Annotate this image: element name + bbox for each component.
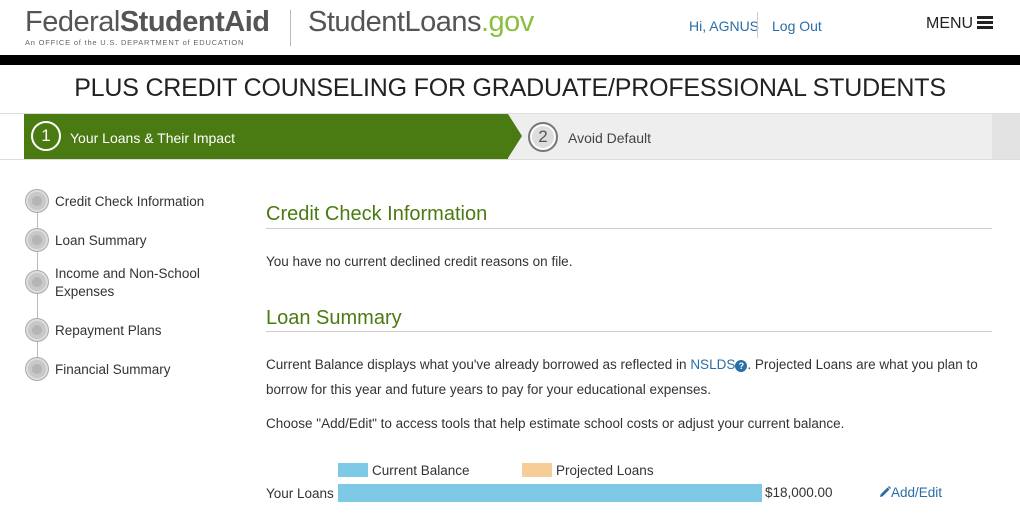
hamburger-icon: [977, 15, 994, 29]
pencil-icon: [880, 486, 891, 497]
header-divider: [757, 12, 758, 38]
logo-text-student: Student: [119, 6, 225, 38]
credit-check-rule: [266, 228, 992, 229]
step-2-number: 2: [528, 122, 558, 152]
add-edit-label: Add/Edit: [891, 485, 943, 500]
menu-label: MENU: [926, 15, 974, 32]
help-icon[interactable]: ?: [735, 360, 748, 372]
user-greeting-link[interactable]: Hi, AGNUS: [689, 18, 759, 34]
add-edit-instructions: Choose "Add/Edit" to access tools that h…: [266, 416, 845, 431]
loan-summary-description: Current Balance displays what you've alr…: [266, 352, 992, 402]
credit-check-heading: Credit Check Information: [266, 203, 488, 225]
step-1-number: 1: [31, 121, 61, 151]
nav-item-repayment-plans[interactable]: Repayment Plans: [55, 322, 215, 340]
nav-dot-loan-summary: [26, 229, 48, 251]
legend-label-projected-loans: Projected Loans: [556, 463, 654, 478]
logout-link[interactable]: Log Out: [772, 18, 822, 34]
logo-text-gov: .gov: [480, 6, 534, 38]
step-bar-divider: [0, 159, 1020, 160]
site-header: FederalStudentAid An OFFICE of the U.S. …: [0, 0, 1020, 55]
nav-dot-credit-check: [26, 190, 48, 212]
bar-current-balance: [338, 484, 762, 502]
nslds-link[interactable]: NSLDS: [690, 357, 735, 372]
nav-dot-financial-summary: [26, 358, 48, 380]
bar-value-label: $18,000.00: [765, 485, 833, 500]
step-2-label[interactable]: Avoid Default: [568, 130, 651, 146]
loan-summary-heading: Loan Summary: [266, 307, 402, 329]
nav-item-loan-summary[interactable]: Loan Summary: [55, 232, 215, 250]
nav-dot-income: [26, 271, 48, 293]
menu-button[interactable]: MENU: [926, 15, 994, 33]
logo-text-aid: Aid: [224, 6, 270, 38]
loan-summary-rule: [266, 331, 992, 332]
loan-summary-text-1: Current Balance displays what you've alr…: [266, 357, 691, 372]
studentloans-gov-logo[interactable]: StudentLoans.gov: [308, 6, 534, 39]
add-edit-link[interactable]: Add/Edit: [879, 485, 942, 500]
credit-check-text: You have no current declined credit reas…: [266, 254, 573, 269]
step-bar-end: [992, 114, 1020, 159]
step-1-label[interactable]: Your Loans & Their Impact: [70, 130, 235, 146]
chart-category-label: Your Loans: [266, 486, 334, 501]
step-1-arrow: [508, 114, 522, 158]
nav-item-credit-check[interactable]: Credit Check Information: [55, 193, 215, 211]
logo-subtitle: An OFFICE of the U.S. DEPARTMENT of EDUC…: [25, 38, 245, 47]
header-black-bar: [0, 55, 1020, 65]
nav-item-financial-summary[interactable]: Financial Summary: [55, 361, 215, 379]
legend-label-current-balance: Current Balance: [372, 463, 470, 478]
federal-student-aid-logo[interactable]: FederalStudentAid An OFFICE of the U.S. …: [25, 6, 270, 47]
nav-item-income[interactable]: Income and Non-School Expenses: [55, 265, 200, 301]
nav-dot-repayment-plans: [26, 319, 48, 341]
logo-divider: [290, 10, 291, 46]
logo-text-federal: Federal: [25, 6, 120, 38]
page-title: PLUS CREDIT COUNSELING FOR GRADUATE/PROF…: [74, 74, 946, 102]
legend-swatch-current-balance: [338, 463, 368, 477]
logo-text-studentloans: StudentLoans: [308, 6, 481, 38]
legend-swatch-projected-loans: [522, 463, 552, 477]
